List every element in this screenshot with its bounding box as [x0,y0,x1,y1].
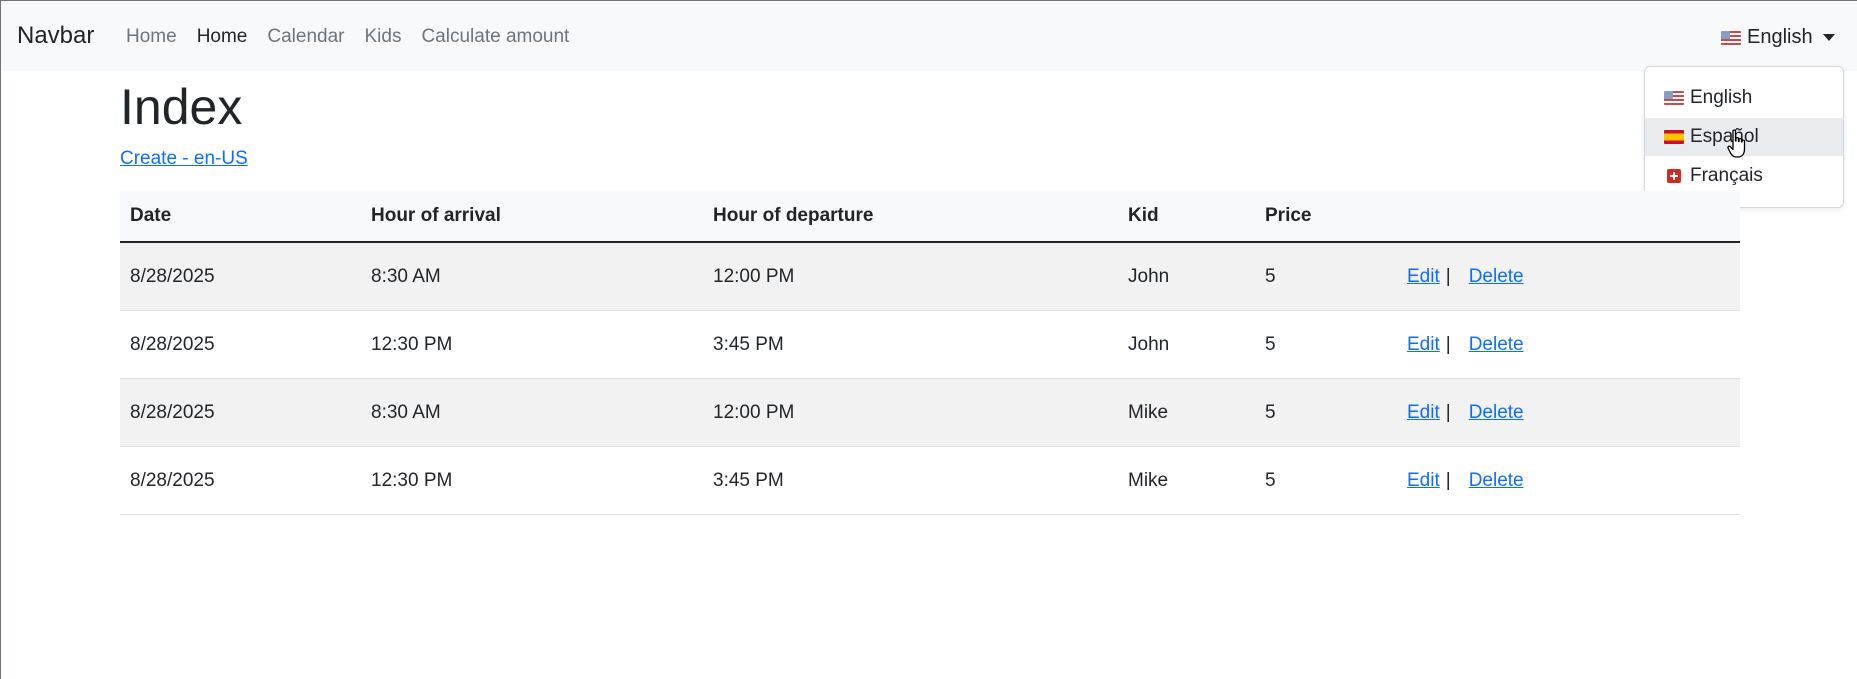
navbar: Navbar Home Home Calendar Kids Calculate… [1,1,1857,71]
edit-link[interactable]: Edit [1407,402,1440,423]
cell-kid: Mike [1118,446,1255,515]
edit-link[interactable]: Edit [1407,266,1440,287]
chevron-down-icon [1822,34,1835,41]
column-header-kid: Kid [1118,191,1255,243]
table-header-row: Date Hour of arrival Hour of departure K… [120,191,1740,243]
column-header-date: Date [120,191,361,243]
cell-arrival: 8:30 AM [361,242,703,311]
nav-link-home[interactable]: Home [126,26,177,48]
attendance-table: Date Hour of arrival Hour of departure K… [120,191,1740,515]
cell-date: 8/28/2025 [120,242,361,311]
cell-date: 8/28/2025 [120,446,361,515]
cell-price: 5 [1255,310,1397,379]
table-row: 8/28/2025 8:30 AM 12:00 PM John 5 Edit | D… [120,242,1740,311]
column-header-arrival: Hour of arrival [361,191,703,243]
language-option-label: English [1690,87,1753,108]
column-header-actions [1397,191,1740,243]
cell-kid: John [1118,242,1255,311]
nav-link-home-active[interactable]: Home [197,26,248,48]
cell-departure: 3:45 PM [703,446,1118,515]
cell-price: 5 [1255,446,1397,515]
cell-price: 5 [1255,378,1397,447]
edit-link[interactable]: Edit [1407,470,1440,491]
language-option-label: Français [1690,165,1763,186]
cell-departure: 3:45 PM [703,310,1118,379]
table-row: 8/28/2025 8:30 AM 12:00 PM Mike 5 Edit | D… [120,378,1740,447]
delete-link[interactable]: Delete [1469,402,1524,423]
language-option-francais[interactable]: Français [1645,157,1843,195]
column-header-departure: Hour of departure [703,191,1118,243]
language-dropdown-toggle[interactable]: English [1721,26,1835,49]
us-flag-icon [1721,30,1741,45]
create-link[interactable]: Create - en-US [120,148,248,170]
nav-links: Home Home Calendar Kids Calculate amount [126,26,589,48]
table-row: 8/28/2025 12:30 PM 3:45 PM John 5 Edit | D… [120,310,1740,379]
cell-arrival: 8:30 AM [361,378,703,447]
cell-arrival: 12:30 PM [361,310,703,379]
language-option-english[interactable]: English [1645,79,1843,117]
cell-arrival: 12:30 PM [361,446,703,515]
navbar-brand[interactable]: Navbar [17,22,94,50]
delete-link[interactable]: Delete [1469,334,1524,355]
es-flag-icon [1664,130,1684,144]
nav-link-calendar[interactable]: Calendar [267,26,344,48]
column-header-price: Price [1255,191,1397,243]
cell-actions: Edit | Delete [1397,242,1740,311]
us-flag-icon [1664,91,1684,105]
action-separator: | [1445,265,1451,287]
table-row: 8/28/2025 12:30 PM 3:45 PM Mike 5 Edit | D… [120,446,1740,515]
action-separator: | [1445,469,1451,491]
action-separator: | [1445,401,1451,423]
nav-link-calculate-amount[interactable]: Calculate amount [421,26,569,48]
language-toggle-label: English [1747,26,1813,48]
page-title: Index [120,79,243,135]
cell-actions: Edit | Delete [1397,446,1740,515]
delete-link[interactable]: Delete [1469,470,1524,491]
cell-departure: 12:00 PM [703,242,1118,311]
action-separator: | [1445,333,1451,355]
edit-link[interactable]: Edit [1407,334,1440,355]
ch-flag-icon [1667,169,1681,183]
hand-cursor-icon [1727,129,1746,158]
cell-kid: John [1118,310,1255,379]
cell-actions: Edit | Delete [1397,310,1740,379]
cell-date: 8/28/2025 [120,310,361,379]
cell-date: 8/28/2025 [120,378,361,447]
delete-link[interactable]: Delete [1469,266,1524,287]
cell-price: 5 [1255,242,1397,311]
nav-link-kids[interactable]: Kids [364,26,401,48]
cell-actions: Edit | Delete [1397,378,1740,447]
cell-kid: Mike [1118,378,1255,447]
cell-departure: 12:00 PM [703,378,1118,447]
